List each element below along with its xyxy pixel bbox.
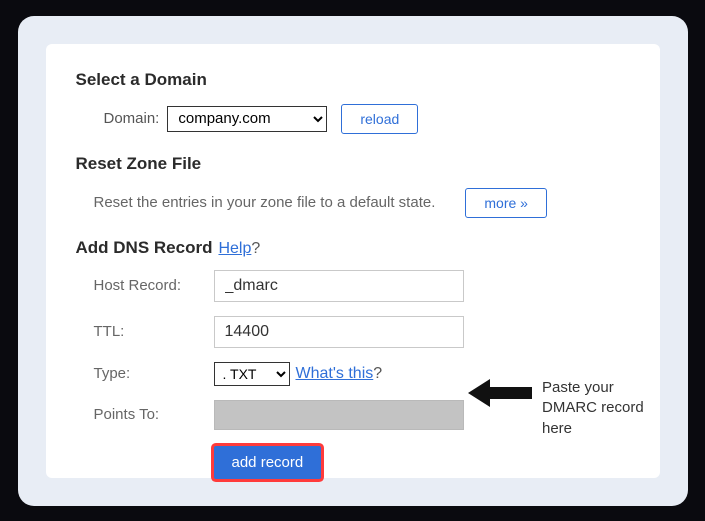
whats-this-link[interactable]: What's this: [296, 365, 374, 382]
help-qmark: ?: [251, 240, 260, 257]
host-record-input[interactable]: [214, 270, 464, 302]
type-select[interactable]: . TXT: [214, 362, 290, 386]
add-record-button[interactable]: add record: [214, 446, 322, 479]
domain-select[interactable]: company.com: [167, 106, 327, 132]
type-label: Type:: [94, 365, 214, 382]
dns-panel: Select a Domain Domain: company.com relo…: [46, 44, 660, 478]
select-domain-title: Select a Domain: [76, 70, 630, 90]
points-to-input[interactable]: [214, 400, 464, 430]
ttl-label: TTL:: [94, 323, 214, 340]
reset-zone-text: Reset the entries in your zone file to a…: [94, 194, 436, 211]
domain-label: Domain:: [104, 110, 160, 127]
host-record-label: Host Record:: [94, 277, 214, 294]
reload-button[interactable]: reload: [341, 104, 418, 134]
points-to-label: Points To:: [94, 406, 214, 423]
ttl-input[interactable]: [214, 316, 464, 348]
more-button[interactable]: more »: [465, 188, 547, 218]
help-link[interactable]: Help: [218, 240, 251, 257]
add-record-title: Add DNS Record: [76, 238, 213, 258]
reset-zone-title: Reset Zone File: [76, 154, 630, 174]
